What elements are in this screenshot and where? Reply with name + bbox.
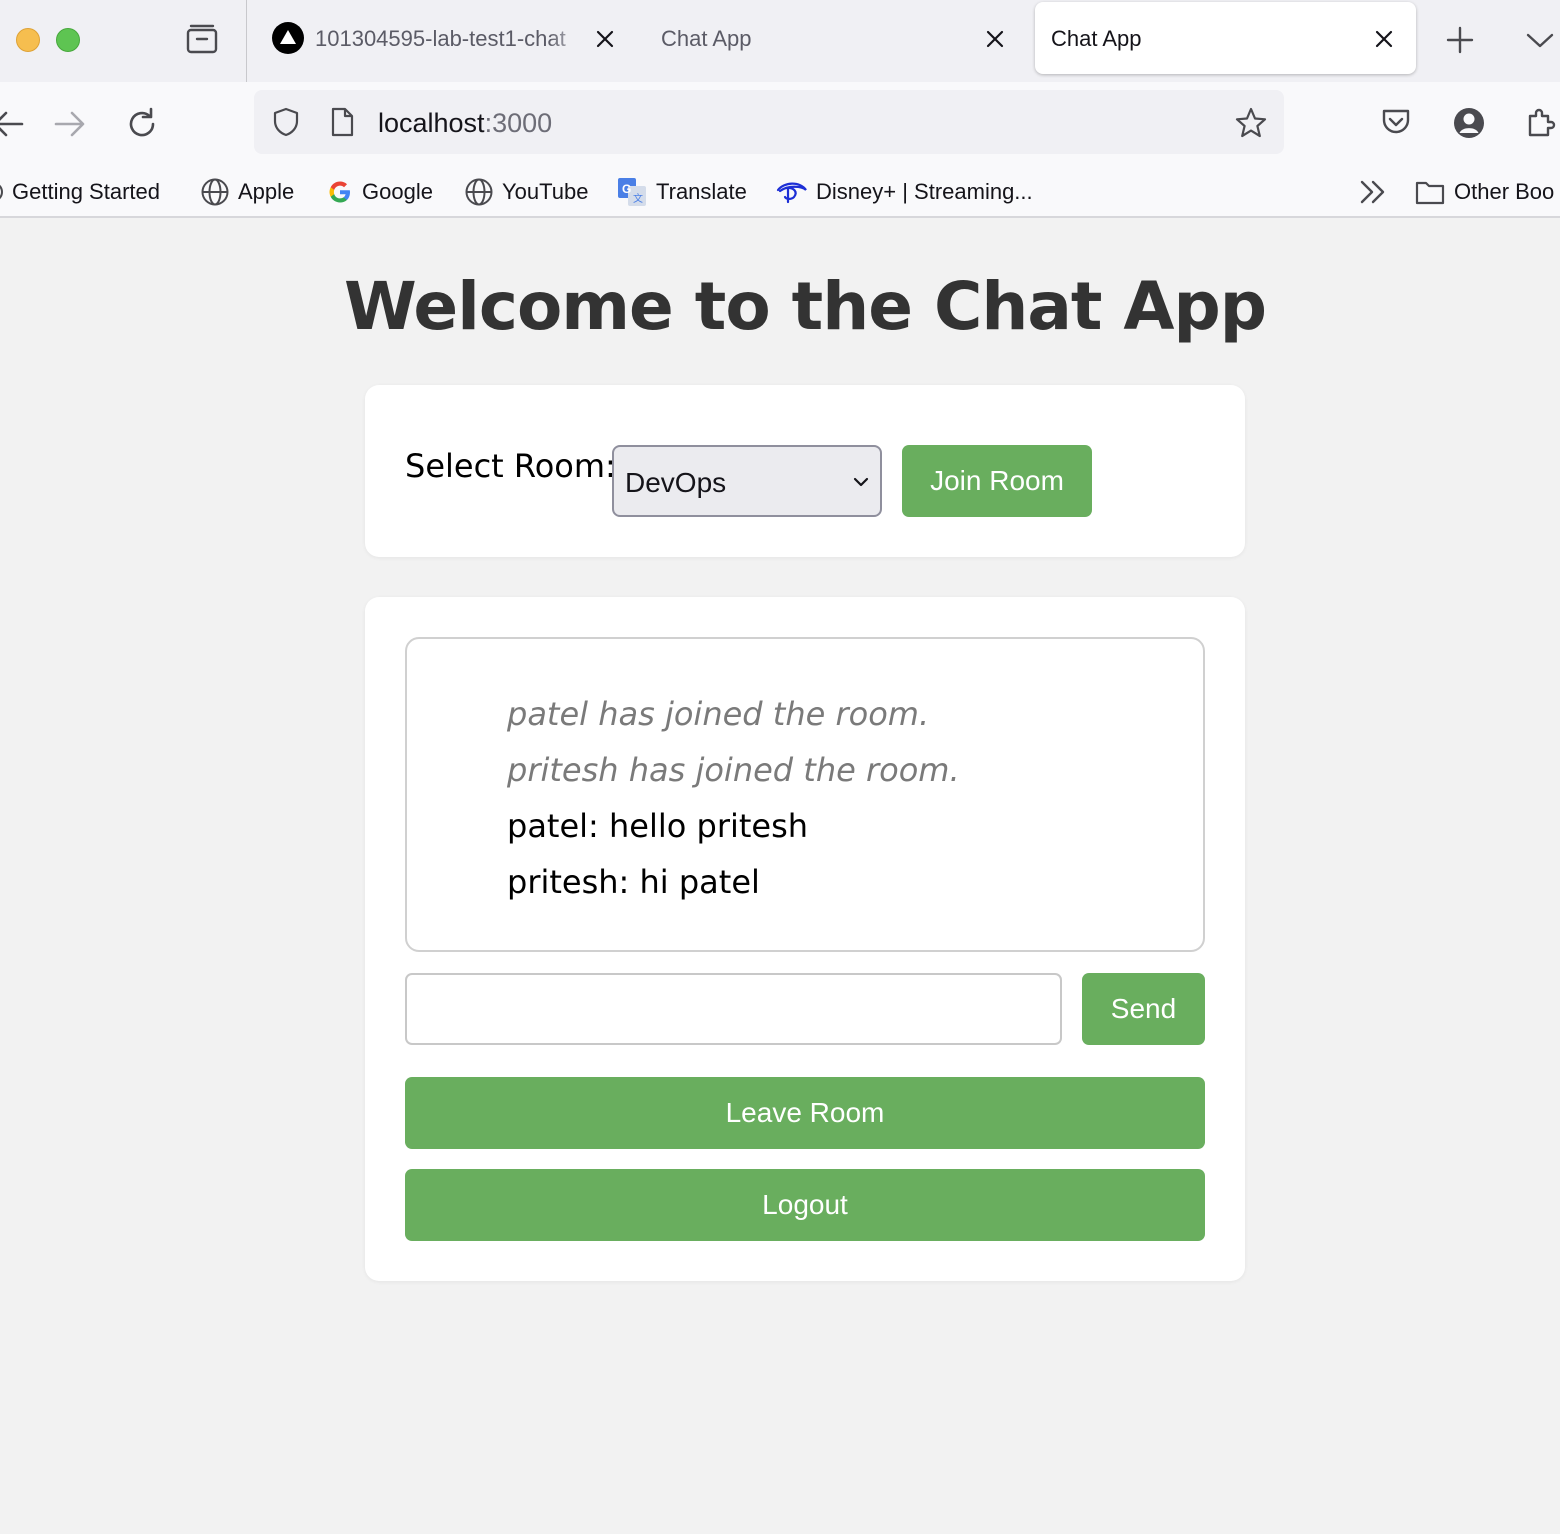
page-title: Welcome to the Chat App: [343, 268, 1267, 345]
disney-icon: [776, 182, 807, 204]
bookmarks-toolbar: Getting Started Apple Google YouTube G文 …: [0, 166, 1560, 218]
svg-text:文: 文: [633, 192, 643, 205]
bookmark-google[interactable]: Google: [326, 174, 433, 210]
forward-arrow-icon[interactable]: [50, 104, 90, 144]
pocket-icon[interactable]: [1378, 104, 1414, 140]
new-tab-plus-icon[interactable]: [1444, 24, 1476, 56]
tab-lab-test[interactable]: 101304595-lab-test1-chat: [258, 2, 628, 74]
chat-card: patel has joined the room. pritesh has j…: [365, 597, 1245, 1281]
google-icon: [329, 181, 350, 203]
url-port: :3000: [484, 108, 553, 138]
minimize-window-button[interactable]: [16, 28, 40, 52]
system-message: patel has joined the room.: [507, 695, 930, 733]
message-list: patel has joined the room. pritesh has j…: [405, 637, 1205, 952]
message-input[interactable]: [405, 973, 1062, 1045]
tab-chat-app-active[interactable]: Chat App: [1035, 2, 1416, 74]
bookmark-disney[interactable]: Disney+ | Streaming...: [776, 174, 1033, 210]
bookmark-label: Getting Started: [12, 179, 160, 204]
join-room-button[interactable]: Join Room: [902, 445, 1092, 517]
shield-icon[interactable]: [270, 106, 302, 138]
tab-title: Chat App: [661, 26, 752, 51]
translate-icon: G文: [618, 178, 646, 206]
other-bookmarks-folder[interactable]: Other Boo: [1414, 174, 1554, 210]
bookmark-apple[interactable]: Apple: [200, 174, 294, 210]
chevron-down-icon[interactable]: [1524, 24, 1556, 56]
firefox-icon: [0, 184, 3, 200]
folder-icon: [1415, 181, 1445, 205]
svg-text:G: G: [622, 182, 631, 196]
bookmark-star-icon[interactable]: [1234, 106, 1268, 140]
address-bar[interactable]: localhost:3000: [254, 90, 1284, 154]
bookmark-label: Translate: [656, 179, 747, 204]
send-button[interactable]: Send: [1082, 973, 1205, 1045]
tab-chat-app[interactable]: Chat App: [640, 2, 1020, 74]
back-arrow-icon[interactable]: [0, 104, 28, 144]
system-message: pritesh has joined the room.: [507, 751, 960, 789]
extensions-puzzle-icon[interactable]: [1522, 104, 1560, 142]
globe-icon: [465, 178, 493, 206]
select-room-label: Select Room:: [405, 447, 616, 485]
chevron-down-icon: [853, 477, 869, 487]
account-icon[interactable]: [1450, 104, 1488, 142]
bookmark-label: Apple: [238, 179, 295, 204]
bookmark-getting-started[interactable]: Getting Started: [0, 174, 160, 210]
globe-icon: [201, 178, 229, 206]
bookmark-label: Other Boo: [1454, 179, 1555, 204]
tab-title: 101304595-lab-test1-chat: [315, 26, 566, 51]
navigation-toolbar: localhost:3000: [0, 82, 1560, 166]
zoom-window-button[interactable]: [56, 28, 80, 52]
bookmark-label: YouTube: [502, 179, 589, 204]
room-selection-card: Select Room: DevOps Join Room: [365, 385, 1245, 557]
room-select[interactable]: DevOps: [612, 445, 882, 517]
bookmark-label: Google: [362, 179, 433, 204]
bookmark-label: Disney+ | Streaming...: [816, 179, 1033, 204]
url-text: localhost:3000: [378, 108, 552, 139]
bookmark-translate[interactable]: G文 Translate: [616, 174, 747, 210]
chat-message: pritesh: hi patel: [507, 863, 760, 901]
url-host: localhost: [378, 108, 485, 138]
close-tab-icon[interactable]: [592, 26, 618, 52]
reload-icon[interactable]: [122, 104, 162, 144]
room-select-value: DevOps: [625, 467, 727, 498]
chat-message: patel: hello pritesh: [507, 807, 809, 845]
tab-divider: [246, 0, 247, 82]
leave-room-button[interactable]: Leave Room: [405, 1077, 1205, 1149]
logout-button[interactable]: Logout: [405, 1169, 1205, 1241]
vercel-triangle-icon: [272, 22, 304, 54]
firefox-view-icon[interactable]: [182, 20, 222, 60]
tab-title: Chat App: [1051, 26, 1142, 51]
tab-bar: 101304595-lab-test1-chat Chat App Chat A…: [0, 0, 1560, 82]
close-tab-icon[interactable]: [982, 26, 1008, 52]
close-tab-icon[interactable]: [1371, 26, 1397, 52]
bookmark-youtube[interactable]: YouTube: [464, 174, 588, 210]
page-info-icon[interactable]: [326, 106, 358, 138]
bookmarks-overflow-chevron-icon[interactable]: [1356, 174, 1390, 210]
